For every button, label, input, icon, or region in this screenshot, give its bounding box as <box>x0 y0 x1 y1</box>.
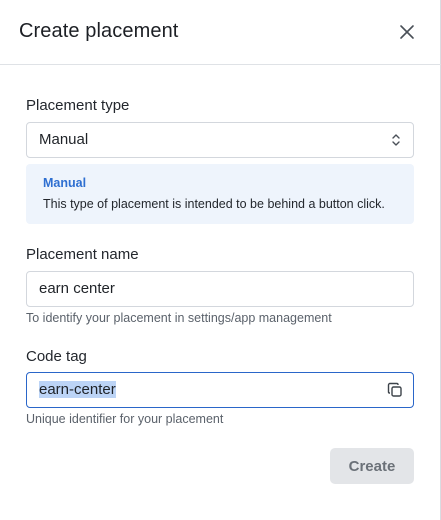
placement-type-info-box: Manual This type of placement is intende… <box>26 164 414 224</box>
info-title: Manual <box>43 176 87 190</box>
dialog-title: Create placement <box>19 20 179 42</box>
placement-type-select[interactable]: Manual <box>26 122 414 158</box>
placement-type-label: Placement type <box>26 97 130 114</box>
placement-type-value: Manual <box>39 131 89 148</box>
placement-name-label: Placement name <box>26 246 139 263</box>
placement-name-value: earn center <box>39 280 115 297</box>
code-tag-label: Code tag <box>26 348 87 365</box>
chevron-updown-icon <box>392 134 400 146</box>
placement-name-helper: To identify your placement in settings/a… <box>26 311 332 325</box>
create-placement-dialog: Create placement Placement type Manual M… <box>0 0 441 520</box>
code-tag-value: earn-center <box>39 381 116 398</box>
code-tag-input[interactable]: earn-center <box>26 372 414 408</box>
dialog-header: Create placement <box>0 0 441 65</box>
create-button[interactable]: Create <box>330 448 414 484</box>
info-description: This type of placement is intended to be… <box>43 197 385 211</box>
placement-name-input[interactable]: earn center <box>26 271 414 307</box>
close-icon[interactable] <box>398 23 416 41</box>
copy-icon[interactable] <box>387 382 403 398</box>
code-tag-helper: Unique identifier for your placement <box>26 412 224 426</box>
